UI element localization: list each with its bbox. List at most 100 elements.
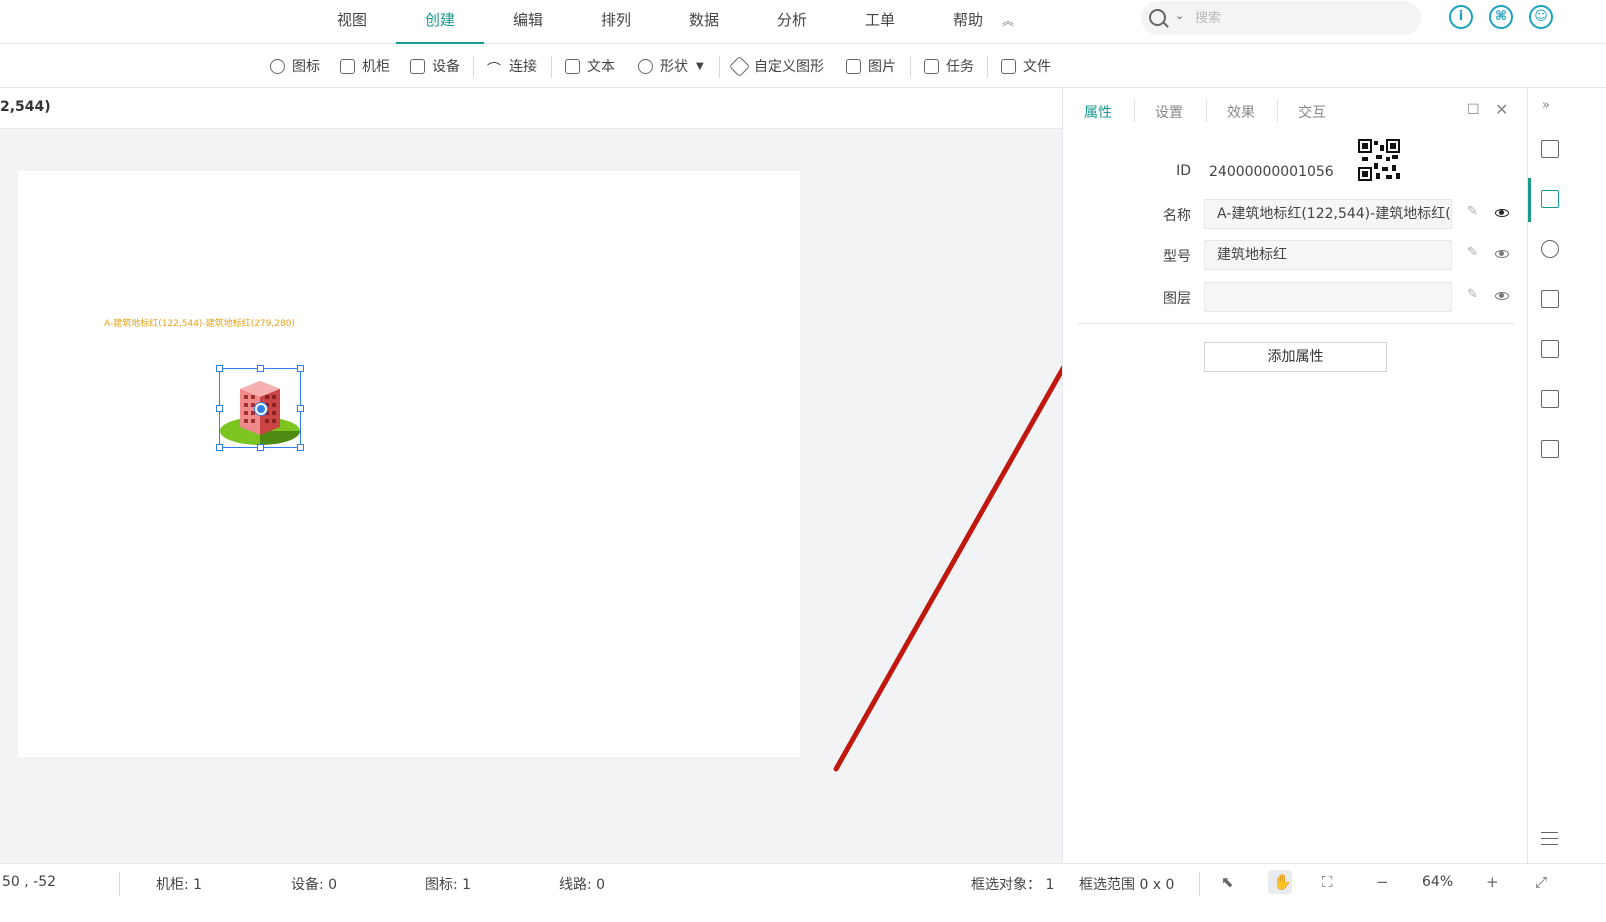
eye-icon[interactable] [1495,209,1509,217]
zoom-level: 64% [1422,874,1454,890]
task-icon [924,58,939,74]
icon-count: 图标: 1 [425,877,472,893]
selected-range: 框选范围 0 x 0 [1079,877,1175,893]
command-icon[interactable]: ⌘ [1489,5,1513,29]
id-label: ID [1176,163,1191,179]
device-icon [410,58,425,74]
caret-down-icon: ▼ [696,60,704,72]
selected-building-node[interactable] [216,365,304,451]
search-input[interactable] [1195,7,1405,29]
tab-divider [1134,100,1135,122]
hand-icon[interactable]: ✋ [1273,873,1292,891]
device-count: 设备: 0 [291,877,338,893]
resize-handle[interactable] [257,365,264,372]
user-icon[interactable]: ☺ [1529,5,1553,29]
cabinet-icon [340,58,355,74]
add-property-button[interactable]: 添加属性 [1204,342,1387,372]
menu-arrange[interactable]: 排列 [572,0,660,44]
menu-data[interactable]: 数据 [660,0,748,44]
tool-text[interactable]: 文本 [565,56,615,76]
connector-icon: ⌒ [487,61,501,78]
tab-divider [1206,100,1207,122]
folder-icon [1001,58,1016,74]
menu-help[interactable]: 帮助 [924,0,1012,44]
tab-interaction[interactable]: 交互 [1298,102,1326,122]
menu-create[interactable]: 创建 [396,0,484,44]
canvas-header: 2,544) [0,88,1062,129]
shapes-icon [638,58,653,74]
resize-handle[interactable] [257,444,264,451]
tool-file[interactable]: 文件 [1001,56,1051,76]
image-panel-icon[interactable] [1541,140,1559,158]
resize-handle[interactable] [216,365,223,372]
status-divider [1199,872,1200,896]
tool-connect[interactable]: ⌒ 连接 [487,56,537,78]
sliders-icon[interactable] [1541,290,1559,308]
zoom-in-icon[interactable]: + [1486,873,1499,891]
cabinet-count: 机柜: 1 [156,877,203,893]
menu-analysis[interactable]: 分析 [748,0,836,44]
anchor-point[interactable] [255,403,267,415]
eye-icon[interactable] [1495,250,1509,258]
tool-custom-shape[interactable]: 自定义图形 [728,55,824,77]
list-icon[interactable] [1541,340,1559,358]
canvas-title: 2,544) [0,99,51,115]
pointer-icon[interactable]: ⬉ [1221,873,1234,891]
fit-screen-icon[interactable]: ⛶ [1322,873,1333,891]
model-field[interactable]: 建筑地标红 [1204,240,1452,270]
resize-handle[interactable] [216,444,223,451]
tool-device[interactable]: 设备 [410,56,460,76]
close-icon[interactable]: ✕ [1495,100,1508,119]
zoom-out-icon[interactable]: − [1376,873,1389,891]
cursor-coords: 50 , -52 [2,874,57,890]
menu-workorder[interactable]: 工单 [836,0,924,44]
info-icon[interactable]: i [1449,5,1473,29]
expand-icon[interactable]: » [1542,98,1550,113]
menu-view[interactable]: 视图 [308,0,396,44]
book-icon[interactable] [1541,390,1559,408]
line-count: 线路: 0 [559,877,606,893]
chevron-down-icon[interactable]: ⌄ [1175,9,1184,22]
tool-shape[interactable]: 形状 ▼ [638,56,704,76]
menu-edit[interactable]: 编辑 [484,0,572,44]
layer-label: 图层 [1163,291,1191,307]
name-field[interactable]: A-建筑地标红(122,544)-建筑地标红(279,280) [1204,199,1452,229]
monitor-icon[interactable] [1541,440,1559,458]
properties-panel: 属性 设置 效果 交互 ☐ ✕ ID 24000000001056 名称 A-建… [1062,88,1526,863]
edit-name-icon[interactable]: ✎ [1467,204,1478,219]
node-label[interactable]: A-建筑地标红(122,544)-建筑地标红(279,280) [104,316,295,329]
fullscreen-icon[interactable]: ⤢ [1535,873,1547,891]
properties-list-icon[interactable] [1541,190,1559,208]
right-rail: » [1527,88,1606,863]
tab-properties[interactable]: 属性 [1084,102,1112,122]
drawing-page[interactable]: A-建筑地标红(122,544)-建筑地标红(279,280) [18,171,800,757]
status-bar: 50 , -52 机柜: 1 设备: 0 图标: 1 线路: 0 框选对象： 1… [0,863,1606,900]
selected-objects: 框选对象： 1 [971,877,1055,893]
search-icon[interactable] [1149,9,1166,26]
target-icon [270,58,285,74]
tab-settings[interactable]: 设置 [1155,102,1183,122]
layer-field[interactable] [1204,282,1452,312]
tool-image[interactable]: 图片 [846,56,896,76]
edit-layer-icon[interactable]: ✎ [1467,287,1478,302]
resize-handle[interactable] [216,405,223,412]
network-icon[interactable] [1541,240,1559,258]
resize-handle[interactable] [297,444,304,451]
panel-divider [1077,323,1515,324]
tool-icon[interactable]: 图标 [270,56,320,76]
eye-icon[interactable] [1495,292,1509,300]
toolbar-divider [719,56,720,78]
maximize-icon[interactable]: ☐ [1467,102,1480,118]
tool-cabinet[interactable]: 机柜 [340,56,390,76]
edit-model-icon[interactable]: ✎ [1467,245,1478,260]
menu-icon[interactable] [1541,832,1558,845]
id-value: 24000000001056 [1209,164,1334,180]
tab-effects[interactable]: 效果 [1227,102,1255,122]
create-toolbar: 图标 机柜 设备 ⌒ 连接 文本 形状 ▼ 自定义图形 图片 任务 文件 [0,44,1606,88]
qr-code-icon[interactable] [1358,139,1400,181]
resize-handle[interactable] [297,405,304,412]
collapse-up-icon[interactable]: ︽ [1002,12,1014,29]
tool-task[interactable]: 任务 [924,56,974,76]
name-label: 名称 [1163,208,1191,224]
resize-handle[interactable] [297,365,304,372]
